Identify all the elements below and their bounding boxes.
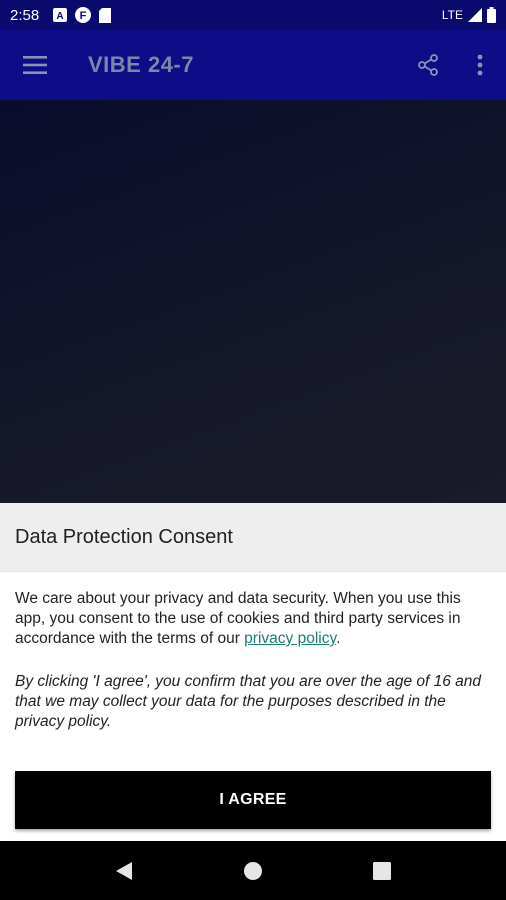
consent-text: We care about your privacy and data secu… <box>15 589 491 649</box>
a-badge-icon: A <box>53 8 68 22</box>
share-icon <box>418 54 438 76</box>
recents-square-icon <box>372 861 391 880</box>
nav-back-button[interactable] <box>94 841 154 900</box>
consent-text-end: . <box>336 630 341 647</box>
privacy-policy-link[interactable]: privacy policy <box>244 630 336 647</box>
overflow-menu-button[interactable] <box>454 30 506 100</box>
hamburger-menu-icon <box>23 56 47 74</box>
consent-text-main: We care about your privacy and data secu… <box>15 590 461 647</box>
status-time: 2:58 <box>10 6 40 24</box>
status-bar: 2:58 A F LTE <box>0 0 506 30</box>
app-bar: VIBE 24-7 <box>0 30 506 100</box>
dialog-title: Data Protection Consent <box>15 525 233 548</box>
battery-icon <box>487 7 496 23</box>
consent-dialog: Data Protection Consent We care about yo… <box>0 503 506 841</box>
age-disclaimer: By clicking 'I agree', you confirm that … <box>15 673 482 730</box>
status-notification-icons: A F <box>53 7 112 23</box>
svg-text:F: F <box>80 10 87 22</box>
system-nav-bar <box>0 841 506 900</box>
f-badge-icon: F <box>75 7 92 23</box>
dialog-body: We care about your privacy and data secu… <box>0 572 506 732</box>
status-right: LTE <box>442 7 496 23</box>
nav-home-button[interactable] <box>223 841 283 900</box>
sd-card-icon <box>99 7 112 23</box>
more-vert-icon <box>477 54 483 76</box>
share-button[interactable] <box>402 30 454 100</box>
back-triangle-icon <box>116 861 133 880</box>
app-bar-actions <box>402 30 506 100</box>
signal-icon <box>468 8 482 22</box>
network-type: LTE <box>441 8 463 22</box>
dialog-header: Data Protection Consent <box>0 503 506 572</box>
main-content-area <box>0 100 506 503</box>
home-circle-icon <box>243 861 262 880</box>
agree-button[interactable]: I AGREE <box>15 771 491 829</box>
app-title: VIBE 24-7 <box>88 52 194 77</box>
nav-recents-button[interactable] <box>352 841 412 900</box>
svg-text:A: A <box>57 11 64 22</box>
menu-button[interactable] <box>0 30 70 100</box>
